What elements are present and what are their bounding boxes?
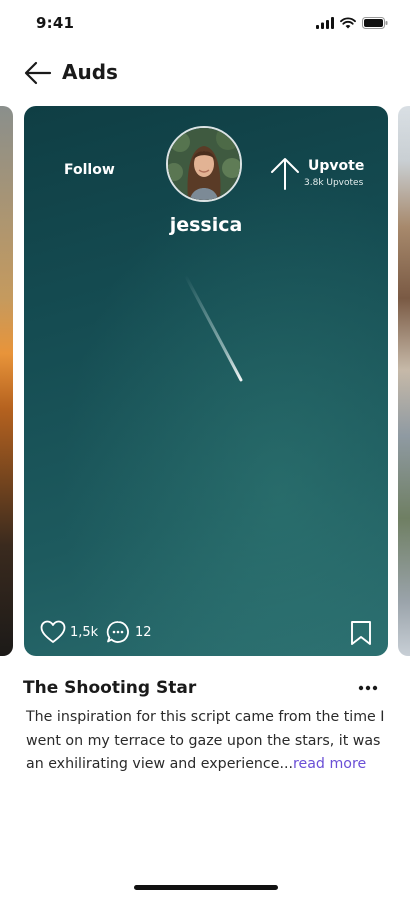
signal-icon — [316, 17, 334, 29]
comment-button[interactable]: 12 — [106, 620, 152, 644]
card-footer: 1,5k 12 — [40, 620, 372, 646]
arrow-left-icon — [24, 61, 52, 85]
arrow-up-icon — [271, 158, 299, 190]
battery-icon — [362, 17, 388, 29]
more-horizontal-icon — [358, 685, 378, 691]
read-more-link[interactable]: read more — [293, 756, 366, 772]
bookmark-icon — [351, 621, 371, 645]
upvote-button[interactable]: Upvote 3.8k Upvotes — [270, 156, 380, 196]
upvote-count: 3.8k Upvotes — [304, 178, 364, 188]
comment-count: 12 — [135, 624, 152, 640]
status-icons — [316, 17, 388, 29]
wifi-icon — [340, 17, 356, 29]
more-options-button[interactable] — [356, 678, 380, 698]
username[interactable]: jessica — [24, 214, 388, 236]
follow-button[interactable]: Follow — [64, 162, 115, 178]
header: Auds — [0, 54, 410, 94]
heart-icon — [40, 620, 66, 643]
previous-card-peek[interactable] — [0, 106, 13, 656]
back-button[interactable] — [24, 60, 52, 86]
next-card-peek[interactable] — [398, 106, 410, 656]
post-body: The inspiration for this script came fro… — [26, 706, 388, 777]
like-button[interactable]: 1,5k — [40, 620, 98, 644]
home-indicator[interactable] — [134, 885, 278, 890]
story-card[interactable]: Follow jessica Upvote 3.8k Upvotes 1,5k — [24, 106, 388, 656]
upvote-label: Upvote — [308, 158, 365, 174]
bookmark-button[interactable] — [350, 620, 372, 650]
post-title: The Shooting Star — [23, 678, 197, 698]
avatar[interactable] — [166, 126, 242, 202]
status-bar: 9:41 — [0, 0, 410, 50]
avatar-photo — [168, 128, 240, 200]
status-time: 9:41 — [36, 14, 75, 32]
page-title: Auds — [62, 60, 118, 84]
like-count: 1,5k — [70, 624, 99, 640]
comment-icon — [106, 621, 129, 643]
